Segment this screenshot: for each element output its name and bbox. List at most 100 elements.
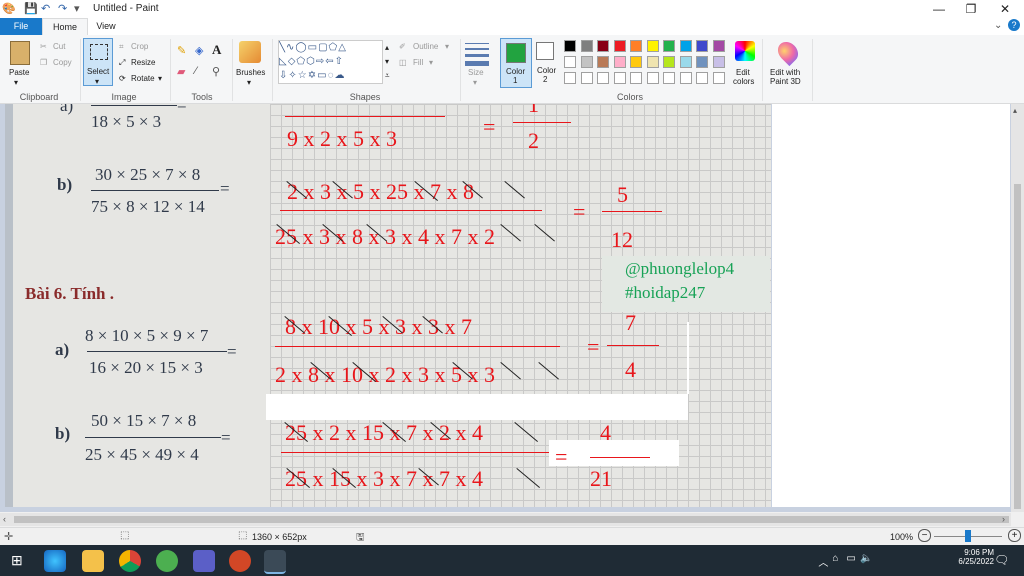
outline-dropdown-icon[interactable]: ▾ [445, 42, 449, 51]
cloud-callout-shape-icon[interactable]: ☁ [335, 70, 346, 81]
edge-icon[interactable] [44, 550, 66, 572]
fill-dropdown-icon[interactable]: ▾ [429, 58, 433, 67]
show-hidden-icons-icon[interactable]: ︿ [818, 554, 828, 569]
palette-swatch[interactable] [580, 56, 593, 68]
palette-swatch[interactable] [712, 56, 725, 68]
magnifier-icon[interactable]: ⚲ [212, 65, 220, 78]
rotate-dropdown-icon[interactable]: ▾ [158, 74, 162, 83]
tab-view[interactable]: View [86, 18, 126, 35]
hexagon-shape-icon[interactable]: ⬡ [306, 56, 316, 67]
pentagon-shape-icon[interactable]: ⬠ [296, 56, 306, 67]
fill-icon[interactable]: ◫ [399, 58, 407, 67]
palette-swatch[interactable] [679, 56, 692, 68]
resize-button[interactable]: Resize [131, 58, 155, 67]
teams-icon[interactable] [193, 550, 215, 572]
clock-time[interactable]: 9:06 PM [958, 548, 994, 557]
curve-shape-icon[interactable]: ∿ [286, 42, 295, 53]
palette-swatch[interactable] [646, 56, 659, 68]
paste-dropdown-icon[interactable]: ▾ [14, 78, 18, 87]
clock-date[interactable]: 6/25/2022 [958, 557, 994, 566]
size-icon[interactable] [465, 41, 489, 67]
zoom-in-button[interactable]: + [1008, 529, 1021, 542]
palette-swatch[interactable] [712, 40, 725, 52]
palette-swatch[interactable] [630, 56, 642, 68]
palette-swatch[interactable] [564, 40, 576, 52]
zoom-out-button[interactable]: − [918, 529, 931, 542]
up-arrow-shape-icon[interactable]: ⇧ [335, 56, 344, 67]
fill-with-color-icon[interactable]: ◈ [195, 44, 203, 57]
color1-button[interactable]: Color 1 [500, 38, 532, 88]
left-arrow-shape-icon[interactable]: ⇦ [325, 56, 334, 67]
network-icon[interactable]: ⌂ [832, 553, 838, 564]
vertical-scroll-thumb[interactable] [1014, 184, 1021, 509]
polygon-shape-icon[interactable]: ⬠ [329, 42, 339, 53]
redo-icon[interactable]: ↷ [58, 2, 67, 15]
chrome-icon[interactable] [119, 550, 141, 572]
vertical-scrollbar[interactable]: ▴ [1011, 104, 1024, 512]
palette-swatch[interactable] [712, 72, 725, 84]
rotate-button[interactable]: Rotate [131, 74, 155, 83]
shapes-more-icon[interactable]: ⩡ [385, 71, 390, 81]
four-point-star-shape-icon[interactable]: ✧ [288, 70, 297, 81]
cut-icon[interactable]: ✂ [40, 42, 47, 51]
shapes-scroll-down-icon[interactable]: ▾ [385, 57, 389, 66]
customize-quick-access-icon[interactable]: ▾ [74, 2, 80, 15]
copy-button[interactable]: Copy [53, 58, 72, 67]
right-arrow-shape-icon[interactable]: ⇨ [316, 56, 325, 67]
down-arrow-shape-icon[interactable]: ⇩ [279, 70, 288, 81]
palette-swatch[interactable] [679, 40, 692, 52]
notification-center-icon[interactable]: 🗨 [994, 553, 1009, 567]
callout-shape-icon[interactable]: ▭ [317, 70, 327, 81]
palette-swatch[interactable] [696, 72, 708, 84]
scroll-left-icon[interactable]: ‹ [3, 514, 6, 524]
five-point-star-shape-icon[interactable]: ☆ [298, 70, 308, 81]
copy-icon[interactable]: ❐ [40, 58, 47, 67]
rotate-icon[interactable]: ⟳ [119, 74, 126, 83]
palette-swatch[interactable] [613, 40, 626, 52]
size-dropdown-icon[interactable]: ▾ [473, 78, 477, 87]
palette-swatch[interactable] [663, 40, 675, 52]
palette-swatch[interactable] [663, 72, 675, 84]
select-button[interactable]: Select ▾ [83, 38, 113, 86]
coccoc-icon[interactable] [156, 550, 178, 572]
palette-swatch[interactable] [597, 40, 609, 52]
tab-file[interactable]: File [0, 18, 42, 35]
cut-button[interactable]: Cut [53, 42, 65, 51]
horizontal-scroll-thumb[interactable] [14, 516, 1009, 523]
palette-swatch[interactable] [630, 40, 642, 52]
zoom-slider-thumb[interactable] [965, 530, 971, 542]
drawing-canvas[interactable]: a) 18 × 5 × 3 = 9 x 2 x 5 x 3 = 1 2 b) 3… [5, 104, 771, 507]
help-icon[interactable]: ? [1008, 19, 1020, 31]
six-point-star-shape-icon[interactable]: ✡ [308, 70, 317, 81]
palette-swatch[interactable] [564, 56, 576, 68]
color2-label[interactable]: Color [537, 66, 556, 75]
windows-start-icon[interactable]: ⊞ [11, 552, 23, 569]
undo-icon[interactable]: ↶ [41, 2, 50, 15]
rectangle-shape-icon[interactable]: ▭ [308, 42, 318, 53]
volume-icon[interactable]: 🔈 [860, 553, 872, 564]
palette-swatch[interactable] [580, 72, 593, 84]
tab-home[interactable]: Home [42, 18, 88, 36]
resize-icon[interactable]: ⤢ [119, 58, 125, 68]
paste-icon[interactable] [10, 41, 30, 65]
outline-button[interactable]: Outline [413, 42, 438, 51]
palette-swatch[interactable] [613, 72, 626, 84]
maximize-button[interactable]: ❐ [956, 0, 986, 18]
crop-button[interactable]: Crop [131, 42, 148, 51]
text-icon[interactable]: A [212, 42, 221, 58]
palette-swatch[interactable] [696, 56, 708, 68]
horizontal-scrollbar[interactable]: ‹ › [0, 513, 1011, 526]
edit-colors-icon[interactable] [735, 41, 755, 61]
brushes-icon[interactable] [239, 41, 261, 63]
outline-icon[interactable]: ✐ [399, 42, 406, 51]
size-button[interactable]: Size [468, 68, 484, 77]
shapes-scroll-up-icon[interactable]: ▴ [385, 43, 389, 52]
edit-with-paint3d-label-2[interactable]: Paint 3D [770, 77, 801, 86]
oval-callout-shape-icon[interactable]: ◌ [328, 70, 335, 81]
edit-colors-label-1[interactable]: Edit [736, 68, 750, 77]
rounded-rectangle-shape-icon[interactable]: ▢ [318, 42, 328, 53]
palette-swatch[interactable] [646, 72, 659, 84]
paint3d-icon[interactable] [773, 37, 803, 67]
file-explorer-icon[interactable] [82, 550, 104, 572]
oval-shape-icon[interactable]: ◯ [295, 42, 307, 53]
